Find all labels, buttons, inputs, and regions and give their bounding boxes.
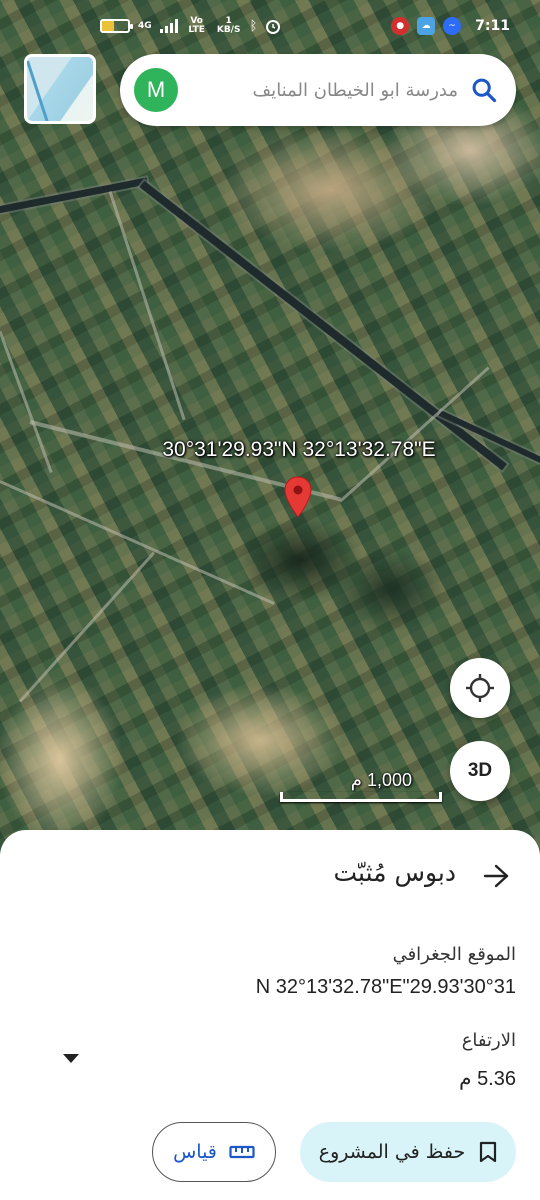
- app-notification-icon: ●: [391, 17, 410, 35]
- road: [0, 480, 275, 605]
- ruler-icon: [229, 1145, 255, 1159]
- avatar[interactable]: M: [134, 68, 178, 112]
- battery-icon: [100, 19, 133, 33]
- signal-icon: [159, 19, 178, 33]
- location-value: N 32°13'32.78"E"29.93'30°31: [255, 976, 516, 998]
- alarm-icon: [266, 20, 281, 34]
- search-bar[interactable]: M مدرسة ابو الخيطان المنايف: [120, 54, 516, 126]
- clock: 7:11: [475, 18, 510, 34]
- canal: [0, 177, 148, 215]
- save-to-project-button[interactable]: حفظ في المشروع: [300, 1122, 516, 1182]
- volte-indicator: Vo LTE: [188, 16, 205, 35]
- satellite-map[interactable]: [0, 0, 540, 860]
- measure-label: قياس: [173, 1141, 217, 1163]
- crosshair-icon: [466, 674, 494, 702]
- road: [108, 191, 186, 421]
- my-location-button[interactable]: [450, 658, 510, 718]
- back-arrow-icon[interactable]: [482, 862, 510, 890]
- road: [18, 551, 155, 703]
- search-icon[interactable]: [470, 76, 498, 104]
- sheet-title: دبوس مُثبّت: [333, 858, 457, 887]
- canal: [139, 180, 507, 471]
- weather-icon: ☁: [417, 17, 436, 35]
- map-scale: 1,000 م: [280, 770, 442, 804]
- location-label: الموقع الجغرافي: [392, 944, 516, 965]
- save-label: حفظ في المشروع: [318, 1141, 466, 1163]
- expand-dropdown-icon[interactable]: [63, 1054, 79, 1063]
- location-pin-icon[interactable]: [283, 476, 313, 518]
- 3d-toggle-button[interactable]: 3D: [450, 741, 510, 801]
- elevation-value: 5.36 م: [459, 1068, 516, 1090]
- elevation-label: الارتفاع: [461, 1030, 516, 1051]
- scale-bar: [280, 792, 442, 802]
- network-speed: 1 KB/S: [216, 16, 241, 35]
- pin-coordinates-label: 30°31'29.93"N 32°13'32.78"E: [162, 438, 436, 461]
- bookmark-icon: [480, 1141, 497, 1163]
- status-bar: 4G Vo LTE 1 KB/S ᛒ ● ☁ ~ 7:11: [0, 0, 540, 52]
- sheet-header: دبوس مُثبّت: [0, 856, 540, 900]
- messenger-icon: ~: [443, 17, 462, 35]
- overview-map-thumbnail[interactable]: [24, 54, 96, 124]
- scale-label: 1,000 م: [350, 770, 412, 790]
- search-input[interactable]: مدرسة ابو الخيطان المنايف: [190, 80, 458, 101]
- bluetooth-icon: ᛒ: [249, 18, 258, 34]
- measure-button[interactable]: قياس: [152, 1122, 276, 1182]
- pin-details-sheet: دبوس مُثبّت الموقع الجغرافي N 32°13'32.7…: [0, 830, 540, 1200]
- network-type: 4G: [138, 20, 152, 31]
